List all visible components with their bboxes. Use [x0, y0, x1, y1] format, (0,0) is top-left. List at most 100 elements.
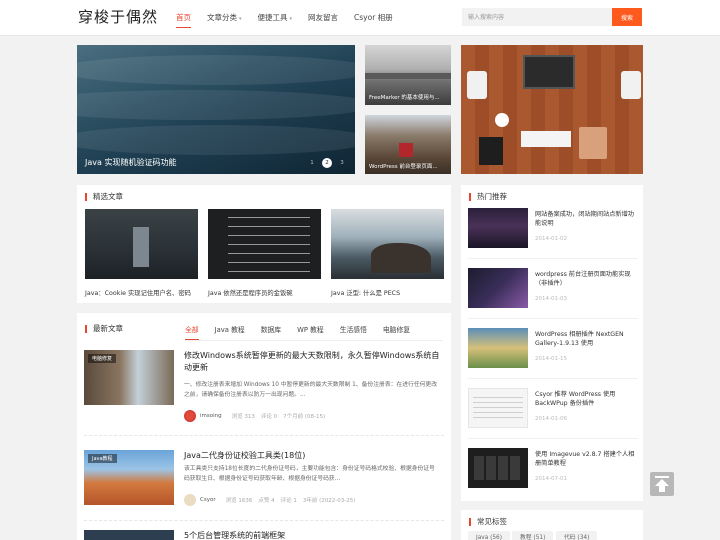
avatar[interactable]: [184, 494, 196, 506]
post-thumb[interactable]: 电脑修复: [84, 350, 174, 405]
search-bar: 搜索: [462, 8, 642, 26]
hot-thumb[interactable]: [468, 268, 528, 308]
hot-divider: [468, 318, 638, 319]
post-author[interactable]: imsoing: [200, 413, 222, 419]
featured-thumb[interactable]: [85, 209, 198, 279]
tab-pc-repair[interactable]: 电脑修复: [383, 324, 410, 340]
hot-item-title[interactable]: 使用 Imagevue v2.8.7 搭建个人相册简单教程: [535, 450, 637, 468]
tag-chip[interactable]: 教程 (51): [512, 531, 554, 540]
hero-slider[interactable]: Java 实现随机验证码功能 1 2 3: [77, 45, 355, 174]
hot-item-title[interactable]: wordpress 前台注册页面功能实现（非插件）: [535, 270, 637, 288]
featured-title: 精选文章: [85, 193, 123, 201]
hot-item[interactable]: wordpress 前台注册页面功能实现（非插件） 2014-01-03: [468, 268, 638, 318]
latest-title: 最新文章: [85, 325, 123, 333]
cup-shape: [495, 113, 509, 127]
post-meta: imsoing 浏览 313 评论 0 7个月前 (08-15): [184, 410, 331, 422]
slider-dot-active[interactable]: 2: [322, 158, 332, 168]
tabs-divider: [185, 340, 443, 341]
nav-label: 首页: [176, 13, 191, 22]
avatar[interactable]: [184, 410, 196, 422]
post-excerpt: 该工具类只支持18位长度的二代身份证号码，主要功能包含：身份证号码格式校验、根据…: [184, 466, 435, 482]
post-title[interactable]: 修改Windows系统暂停更新的最大天数限制，永久暂停Windows系统自动更新: [184, 350, 440, 374]
tab-wp[interactable]: WP 教程: [297, 324, 324, 340]
speaker-shape: [467, 71, 487, 99]
post-views: 浏览 1636: [225, 498, 253, 504]
nav-item-home[interactable]: 首页: [176, 12, 191, 28]
hot-item[interactable]: 网站备案成功，闭站期间站点新增功能说明 2014-01-02: [468, 208, 638, 258]
post-thumb[interactable]: Java教程: [84, 450, 174, 505]
featured-image-detail: [228, 217, 310, 273]
hot-divider: [468, 258, 638, 259]
slider-dot[interactable]: 1: [307, 158, 317, 168]
nav-label: 网友留言: [308, 13, 339, 22]
featured-thumb[interactable]: [208, 209, 321, 279]
mousepad-shape: [579, 127, 607, 159]
speaker-shape: [621, 71, 641, 99]
hot-item[interactable]: 使用 Imagevue v2.8.7 搭建个人相册简单教程 2014-07-01: [468, 448, 638, 498]
search-button[interactable]: 搜索: [612, 8, 642, 26]
tab-all[interactable]: 全部: [185, 324, 199, 340]
hot-thumb[interactable]: [468, 208, 528, 248]
hero-image-wave: [77, 55, 355, 85]
monitor-shape: [523, 55, 575, 89]
post-category-badge[interactable]: 电脑修复: [88, 354, 117, 363]
hot-item-date: 2014-07-01: [535, 476, 567, 482]
category-tabs: 全部 Java 教程 数据库 WP 教程 生活感悟 电脑修复: [185, 324, 426, 340]
post-title[interactable]: Java二代身份证校验工具类(18位): [184, 450, 440, 462]
hero-side-image-detail: [399, 143, 413, 157]
hot-item-date: 2014-01-02: [535, 236, 567, 242]
nav-item-tools[interactable]: 便捷工具 ▾: [258, 12, 293, 28]
post-item: Java教程 Java二代身份证校验工具类(18位) 该工具类只支持18位长度的…: [84, 450, 444, 520]
featured-thumb[interactable]: [331, 209, 444, 279]
nav-item-categories[interactable]: 文章分类 ▾: [207, 12, 242, 28]
back-to-top-button[interactable]: [650, 472, 674, 496]
notebook-shape: [479, 137, 503, 165]
tab-life[interactable]: 生活感悟: [340, 324, 367, 340]
nav-label: Csyor 相册: [354, 13, 393, 22]
featured-caption[interactable]: Java 依然还是程序员的金饭碗: [208, 288, 293, 297]
site-header: 穿梭于偶然 首页 文章分类▾ 便捷工具▾ 网友留言 Csyor 相册 搜索: [0, 0, 720, 36]
nav-label: 便捷工具: [257, 13, 288, 22]
hero-banner-image[interactable]: [461, 45, 643, 174]
site-logo[interactable]: 穿梭于偶然: [78, 6, 158, 27]
tab-java[interactable]: Java 教程: [215, 324, 245, 340]
hero-side-post-2[interactable]: WordPress 前台登录页面...: [365, 115, 451, 174]
hot-thumb[interactable]: [468, 448, 528, 488]
hot-item-title[interactable]: WordPress 相册插件 NextGEN Gallery-1.9.13 使用: [535, 330, 637, 348]
post-date: 3年前 (2022-03-25): [302, 498, 356, 504]
hot-item-date: 2014-01-06: [535, 416, 567, 422]
main-nav: 首页 文章分类 ▾ 便捷工具 ▾ 网友留言 Csyor 相册: [176, 12, 409, 28]
hot-item[interactable]: Csyor 推荐 WordPress 使用 BackWPup 备份插件 2014…: [468, 388, 638, 438]
post-category-badge[interactable]: Java教程: [88, 454, 117, 463]
post-comments: 评论 1: [280, 498, 297, 504]
hot-item-title[interactable]: Csyor 推荐 WordPress 使用 BackWPup 备份插件: [535, 390, 637, 408]
chevron-down-icon: ▾: [239, 16, 242, 22]
hot-item[interactable]: WordPress 相册插件 NextGEN Gallery-1.9.13 使用…: [468, 328, 638, 378]
featured-caption[interactable]: Java：Cookie 实现记住用户名、密码: [85, 288, 191, 297]
hot-title: 热门推荐: [469, 193, 507, 201]
hot-item-title[interactable]: 网站备案成功，闭站期间站点新增功能说明: [535, 210, 637, 228]
nav-item-guestbook[interactable]: 网友留言: [308, 12, 338, 28]
tag-chip[interactable]: Java (56): [468, 531, 510, 540]
tags-title: 常见标签: [469, 518, 507, 526]
hot-divider: [468, 378, 638, 379]
hero-image-wave: [77, 125, 355, 155]
tab-database[interactable]: 数据库: [261, 324, 281, 340]
hero-side-caption: WordPress 前台登录页面...: [369, 164, 438, 170]
slider-dot[interactable]: 3: [337, 158, 347, 168]
chevron-down-icon: ▾: [289, 16, 293, 22]
hero-side-post-1[interactable]: FreeMarker 的基本使用与...: [365, 45, 451, 105]
post-title[interactable]: 5个后台管理系统的前端框架: [184, 530, 440, 540]
hero-caption[interactable]: Java 实现随机验证码功能: [85, 157, 176, 168]
post-meta: Csyor 浏览 1636 点赞 4 评论 1 3年前 (2022-03-25): [184, 494, 361, 506]
post-author[interactable]: Csyor: [200, 497, 216, 503]
featured-image-detail: [371, 243, 431, 273]
post-likes: 点赞 4: [258, 498, 275, 504]
featured-caption[interactable]: Java 泛型: 什么是 PECS: [331, 288, 400, 297]
search-input[interactable]: [462, 8, 612, 26]
hot-thumb[interactable]: [468, 328, 528, 368]
post-thumb[interactable]: [84, 530, 174, 540]
tag-chip[interactable]: 代码 (34): [556, 531, 598, 540]
nav-item-album[interactable]: Csyor 相册: [354, 12, 393, 28]
hot-thumb[interactable]: [468, 388, 528, 428]
